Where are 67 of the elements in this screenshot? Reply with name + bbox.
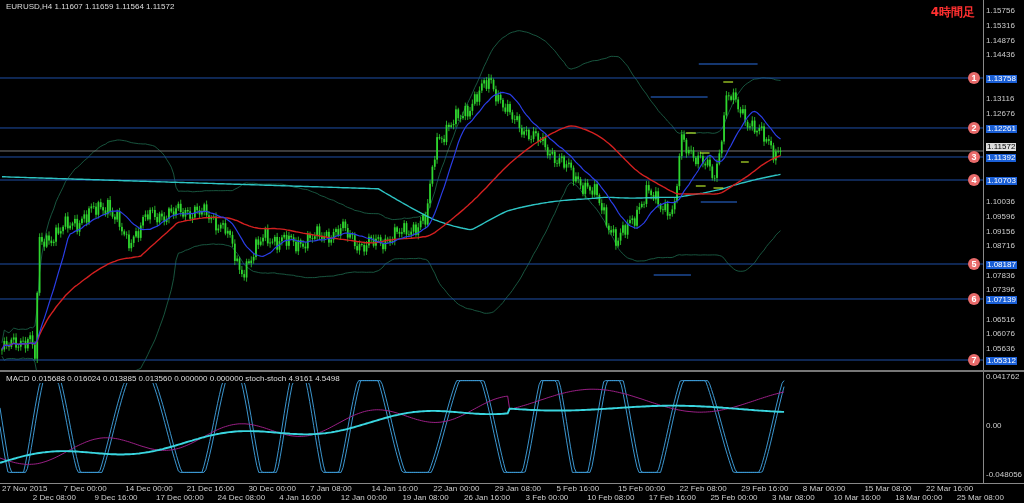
time-tick-label: 14 Dec 00:00 (125, 485, 173, 493)
price-tick-label: 1.14436 (986, 51, 1015, 60)
level-price-label: 1.07139 (986, 296, 1017, 304)
level-marker: 2 (968, 121, 980, 134)
time-tick-label: 5 Feb 16:00 (556, 485, 600, 493)
time-tick-label: 2 Dec 08:00 (32, 494, 76, 502)
level-price-label: 1.12261 (986, 124, 1017, 133)
time-tick-label: 14 Jan 16:00 (371, 485, 418, 493)
level-price-label: 1.11392 (986, 154, 1017, 162)
time-tick-label: 25 Mar 08:00 (956, 494, 1004, 502)
time-tick-label: 10 Mar 16:00 (833, 494, 881, 502)
price-tick-label: 1.10036 (986, 198, 1015, 207)
time-tick-label: 7 Jan 08:00 (310, 485, 352, 493)
price-tick-label: 1.06076 (986, 330, 1015, 339)
price-tick-label: 1.08716 (986, 242, 1015, 251)
time-tick-label: 19 Jan 08:00 (402, 494, 449, 502)
level-price-label: 1.10703 (986, 177, 1017, 185)
level-price-label: 1.08187 (986, 261, 1017, 269)
time-tick-label: 3 Feb 00:00 (525, 494, 569, 502)
level-marker: 1 (968, 72, 980, 84)
time-tick-label: 8 Mar 00:00 (802, 485, 846, 493)
time-tick-label: 26 Jan 16:00 (464, 494, 511, 502)
time-tick-label: 12 Jan 00:00 (340, 494, 388, 502)
price-tick-label: 1.12676 (986, 110, 1015, 119)
price-tick-label: 1.07396 (986, 286, 1015, 295)
time-tick-label: 30 Dec 00:00 (248, 485, 296, 493)
time-tick-label: 9 Dec 16:00 (94, 494, 138, 502)
price-tick-label: 1.09156 (986, 227, 1015, 236)
indicator-tick-label: -0.048056 (986, 471, 1023, 479)
symbol-info-text: EURUSD,H4 1.11607 1.11659 1.11564 1.11572 (4, 2, 177, 11)
price-tick-label: 1.14876 (986, 36, 1015, 45)
time-tick-label: 3 Mar 08:00 (772, 494, 815, 502)
price-tick-label: 1.06516 (986, 315, 1015, 324)
time-tick-label: 4 Jan 16:00 (279, 494, 321, 502)
time-tick-label: 21 Dec 16:00 (186, 485, 235, 493)
current-price-label: 1.11572 (986, 143, 1017, 151)
price-tick-label: 1.15316 (986, 21, 1015, 30)
level-marker: 5 (968, 258, 980, 270)
level-marker: 4 (968, 174, 980, 186)
indicator-info-text: MACD 0.015688 0.016024 0.013885 0.013560 0.000000 0.000000 stoch-stoch 4.9161 4.5498 (4, 374, 342, 383)
time-tick-label: 18 Mar 00:00 (895, 494, 943, 502)
time-tick-label: 27 Nov 2015 (2, 485, 48, 493)
indicator-tick-label: 0.041762 (986, 373, 1020, 381)
time-tick-label: 24 Dec 08:00 (217, 494, 266, 502)
price-tick-label: 1.13116 (986, 95, 1015, 104)
time-tick-label: 25 Feb 00:00 (710, 494, 758, 502)
level-price-label: 1.13758 (986, 75, 1017, 83)
price-tick-label: 1.05636 (986, 345, 1015, 354)
price-tick-label: 1.09596 (986, 212, 1015, 221)
time-tick-label: 29 Feb 16:00 (741, 485, 789, 493)
time-tick-label: 15 Mar 08:00 (864, 485, 912, 493)
level-price-label: 1.05312 (986, 357, 1017, 365)
time-tick-label: 17 Dec 00:00 (156, 494, 204, 502)
timeframe-label: 4時間足 (930, 4, 975, 21)
time-tick-label: 10 Feb 08:00 (587, 494, 635, 502)
time-tick-label: 15 Feb 00:00 (618, 485, 666, 493)
indicator-tick-label: 0.00 (986, 422, 1002, 430)
level-marker: 6 (968, 293, 980, 305)
time-tick-label: 7 Dec 00:00 (63, 485, 107, 493)
time-tick-label: 22 Feb 08:00 (679, 485, 727, 493)
time-tick-label: 22 Mar 16:00 (926, 485, 974, 493)
level-marker: 7 (968, 354, 980, 366)
price-tick-label: 1.07836 (986, 271, 1015, 280)
time-tick-label: 22 Jan 00:00 (433, 485, 480, 493)
price-tick-label: 1.15756 (986, 7, 1015, 16)
time-tick-label: 29 Jan 08:00 (494, 485, 542, 493)
time-tick-label: 17 Feb 16:00 (648, 494, 696, 502)
